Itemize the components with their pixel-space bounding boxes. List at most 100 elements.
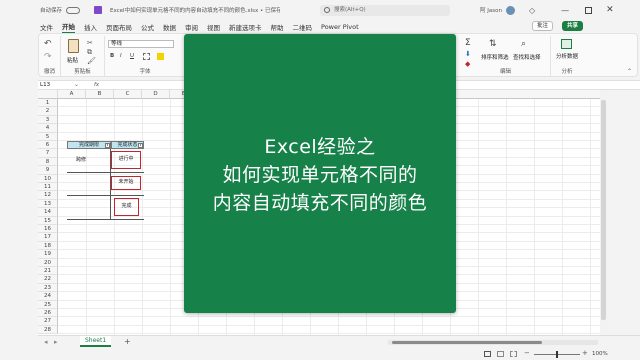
redo-icon[interactable]: ↷ bbox=[44, 52, 52, 62]
row-header-5[interactable]: 5 bbox=[38, 132, 58, 141]
column-header-b[interactable]: B bbox=[86, 90, 114, 99]
zoom-slider-thumb[interactable] bbox=[556, 351, 558, 358]
comment-button[interactable]: 批注 bbox=[532, 21, 554, 31]
tab-view[interactable]: 视图 bbox=[207, 22, 220, 32]
search-box[interactable]: 搜索(Alt+Q) bbox=[320, 4, 451, 16]
user-name[interactable]: 阿 Jason bbox=[480, 6, 502, 14]
row-header-14[interactable]: 14 bbox=[38, 208, 58, 217]
restore-icon[interactable] bbox=[585, 6, 593, 14]
row-header-17[interactable]: 17 bbox=[38, 233, 58, 242]
row-header-24[interactable]: 24 bbox=[38, 292, 58, 301]
sort-filter-label[interactable]: 排序和筛选 bbox=[481, 53, 509, 61]
deadline-cell[interactable]: 跨修 bbox=[76, 156, 86, 163]
row-header-11[interactable]: 11 bbox=[38, 183, 58, 192]
row-header-13[interactable]: 13 bbox=[38, 199, 58, 209]
vertical-scroll-thumb[interactable] bbox=[601, 100, 606, 320]
page-layout-view-icon[interactable] bbox=[497, 351, 504, 357]
row-header-1[interactable]: 1 bbox=[38, 99, 58, 108]
tab-data[interactable]: 数据 bbox=[163, 22, 176, 32]
fill-icon[interactable]: ⬇ bbox=[465, 50, 471, 58]
underline-button[interactable]: U bbox=[130, 53, 134, 59]
fx-icon[interactable]: fx bbox=[94, 82, 99, 88]
avatar[interactable] bbox=[505, 5, 515, 15]
tab-power-pivot[interactable]: Power Pivot bbox=[321, 23, 359, 31]
row-header-3[interactable]: 3 bbox=[38, 115, 58, 125]
sheet-nav-prev-icon[interactable]: ◂ bbox=[44, 338, 48, 346]
sheet-nav-next-icon[interactable]: ▸ bbox=[54, 338, 58, 346]
row-header-2[interactable]: 2 bbox=[38, 107, 58, 116]
paste-icon[interactable] bbox=[68, 39, 79, 53]
zoom-slider[interactable] bbox=[534, 351, 580, 358]
row-header-18[interactable]: 18 bbox=[38, 241, 58, 251]
tab-new[interactable]: 新建选项卡 bbox=[229, 22, 262, 32]
name-box[interactable]: L13 bbox=[40, 82, 50, 88]
paste-label[interactable]: 粘贴 bbox=[67, 56, 78, 64]
row-header-7[interactable]: 7 bbox=[38, 149, 58, 158]
row-header-6[interactable]: 6 bbox=[38, 141, 58, 150]
tab-page-layout[interactable]: 页面布局 bbox=[106, 22, 132, 32]
column-header-c[interactable]: C bbox=[114, 90, 142, 99]
tab-insert[interactable]: 插入 bbox=[84, 22, 97, 32]
row-header-20[interactable]: 20 bbox=[38, 258, 58, 267]
sheet-tab-sheet1[interactable]: Sheet1 bbox=[80, 336, 112, 347]
bold-button[interactable]: B bbox=[110, 53, 114, 59]
analyze-data-button[interactable]: 分析数据 bbox=[554, 52, 580, 60]
italic-button[interactable]: I bbox=[120, 53, 122, 59]
sort-filter-icon[interactable]: ⇅ bbox=[489, 39, 497, 49]
undo-icon[interactable]: ↶ bbox=[44, 39, 52, 49]
tab-qrcode[interactable]: 二维码 bbox=[293, 22, 313, 32]
tab-home[interactable]: 开始 bbox=[62, 21, 75, 33]
tab-help[interactable]: 帮助 bbox=[271, 22, 284, 32]
row-header-26[interactable]: 26 bbox=[38, 309, 58, 318]
add-sheet-button[interactable]: + bbox=[124, 337, 131, 346]
normal-view-icon[interactable] bbox=[484, 351, 491, 357]
row-header-19[interactable]: 19 bbox=[38, 250, 58, 259]
status-cell-done[interactable]: 完成 bbox=[114, 198, 139, 216]
horizontal-scrollbar[interactable] bbox=[388, 340, 598, 345]
select-all-corner[interactable] bbox=[38, 90, 58, 99]
collapse-ribbon-icon[interactable]: ⌃ bbox=[627, 68, 632, 75]
find-select-label[interactable]: 查找和选择 bbox=[513, 53, 541, 61]
diamond-icon[interactable]: ◇ bbox=[529, 6, 535, 15]
column-header-d[interactable]: D bbox=[142, 90, 170, 99]
cut-icon[interactable]: ✂ bbox=[87, 39, 93, 47]
format-painter-icon[interactable]: 🖌 bbox=[87, 57, 96, 65]
row-header-12[interactable]: 12 bbox=[38, 191, 58, 200]
share-button[interactable]: 共享 bbox=[562, 21, 584, 31]
close-icon[interactable]: ✕ bbox=[606, 5, 614, 15]
zoom-in-icon[interactable]: + bbox=[582, 349, 588, 357]
save-icon[interactable] bbox=[94, 6, 103, 14]
borders-icon[interactable] bbox=[143, 53, 150, 60]
row-header-22[interactable]: 22 bbox=[38, 275, 58, 284]
zoom-out-icon[interactable]: − bbox=[524, 349, 530, 357]
tab-file[interactable]: 文件 bbox=[40, 22, 53, 32]
font-name-select[interactable]: 等线 bbox=[108, 40, 174, 48]
vertical-scrollbar[interactable] bbox=[600, 90, 607, 335]
row-header-27[interactable]: 27 bbox=[38, 317, 58, 326]
row-header-8[interactable]: 8 bbox=[38, 157, 58, 167]
minimize-icon[interactable]: — bbox=[561, 6, 569, 15]
page-break-view-icon[interactable] bbox=[510, 351, 517, 357]
row-header-9[interactable]: 9 bbox=[38, 166, 58, 175]
analyze-data-icon[interactable] bbox=[561, 39, 572, 49]
autosum-icon[interactable]: Σ bbox=[465, 38, 471, 48]
status-cell-in-progress[interactable]: 进行中 bbox=[111, 151, 141, 169]
row-header-25[interactable]: 25 bbox=[38, 300, 58, 309]
filter-dropdown-icon[interactable]: ▾ bbox=[105, 143, 110, 148]
horizontal-scroll-thumb[interactable] bbox=[392, 341, 542, 344]
copy-icon[interactable]: ⧉ bbox=[87, 48, 92, 57]
name-box-dropdown-icon[interactable]: ⌄ bbox=[74, 81, 79, 88]
row-header-23[interactable]: 23 bbox=[38, 283, 58, 293]
row-header-28[interactable]: 28 bbox=[38, 325, 58, 335]
row-header-15[interactable]: 15 bbox=[38, 216, 58, 225]
zoom-level[interactable]: 100% bbox=[592, 351, 608, 357]
row-header-4[interactable]: 4 bbox=[38, 124, 58, 133]
find-select-icon[interactable]: ⌕ bbox=[521, 39, 526, 49]
tab-formulas[interactable]: 公式 bbox=[141, 22, 154, 32]
fill-color-icon[interactable] bbox=[157, 53, 164, 60]
status-cell-not-started[interactable]: 未开始 bbox=[111, 176, 141, 190]
row-header-16[interactable]: 16 bbox=[38, 225, 58, 234]
filter-dropdown-icon[interactable]: ▾ bbox=[138, 143, 143, 148]
tab-review[interactable]: 审阅 bbox=[185, 22, 198, 32]
autosave-toggle[interactable] bbox=[66, 6, 81, 14]
